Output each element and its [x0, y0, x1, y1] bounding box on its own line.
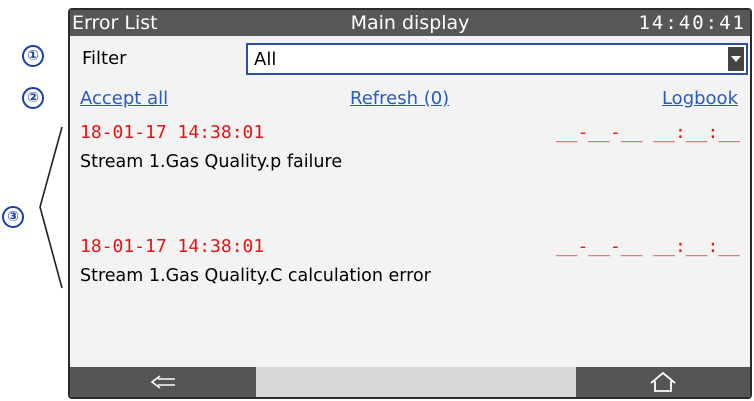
bracket-icon	[39, 126, 63, 289]
refresh-link[interactable]: Refresh (0)	[350, 88, 449, 109]
filter-dropdown[interactable]: All	[246, 43, 748, 75]
home-button[interactable]	[576, 367, 750, 397]
home-icon	[650, 371, 676, 392]
accept-all-link[interactable]: Accept all	[80, 88, 168, 109]
filter-value: All	[254, 49, 277, 70]
callout-2: ②	[22, 87, 44, 109]
entry-message: Stream 1.Gas Quality.p failure	[80, 152, 343, 172]
entry-timestamp: 18-01-17 14:38:01	[80, 122, 265, 143]
entry-ack-time: __-__-__ __:__:__	[555, 122, 740, 143]
filter-label: Filter	[82, 48, 127, 69]
clock: 14:40:41	[638, 12, 746, 34]
filter-row: Filter All	[70, 42, 750, 76]
entry-timestamp: 18-01-17 14:38:01	[80, 236, 265, 257]
title-bar: Error List Main display 14:40:41	[70, 10, 750, 36]
bottom-nav	[70, 367, 750, 397]
callout-1: ①	[22, 45, 44, 67]
list-item[interactable]: 18-01-17 14:38:01 __-__-__ __:__:__ Stre…	[70, 236, 750, 296]
arrow-left-icon	[150, 375, 175, 389]
action-row: Accept all Refresh (0) Logbook	[70, 86, 750, 114]
logbook-link[interactable]: Logbook	[662, 88, 738, 109]
list-item[interactable]: 18-01-17 14:38:01 __-__-__ __:__:__ Stre…	[70, 122, 750, 182]
chevron-down-icon[interactable]	[728, 47, 744, 71]
device-screen: Error List Main display 14:40:41 Filter …	[68, 8, 752, 399]
entry-ack-time: __-__-__ __:__:__	[555, 236, 740, 257]
entry-message: Stream 1.Gas Quality.C calculation error	[80, 266, 431, 286]
callout-3: ③	[2, 206, 24, 228]
back-button[interactable]	[70, 367, 256, 397]
